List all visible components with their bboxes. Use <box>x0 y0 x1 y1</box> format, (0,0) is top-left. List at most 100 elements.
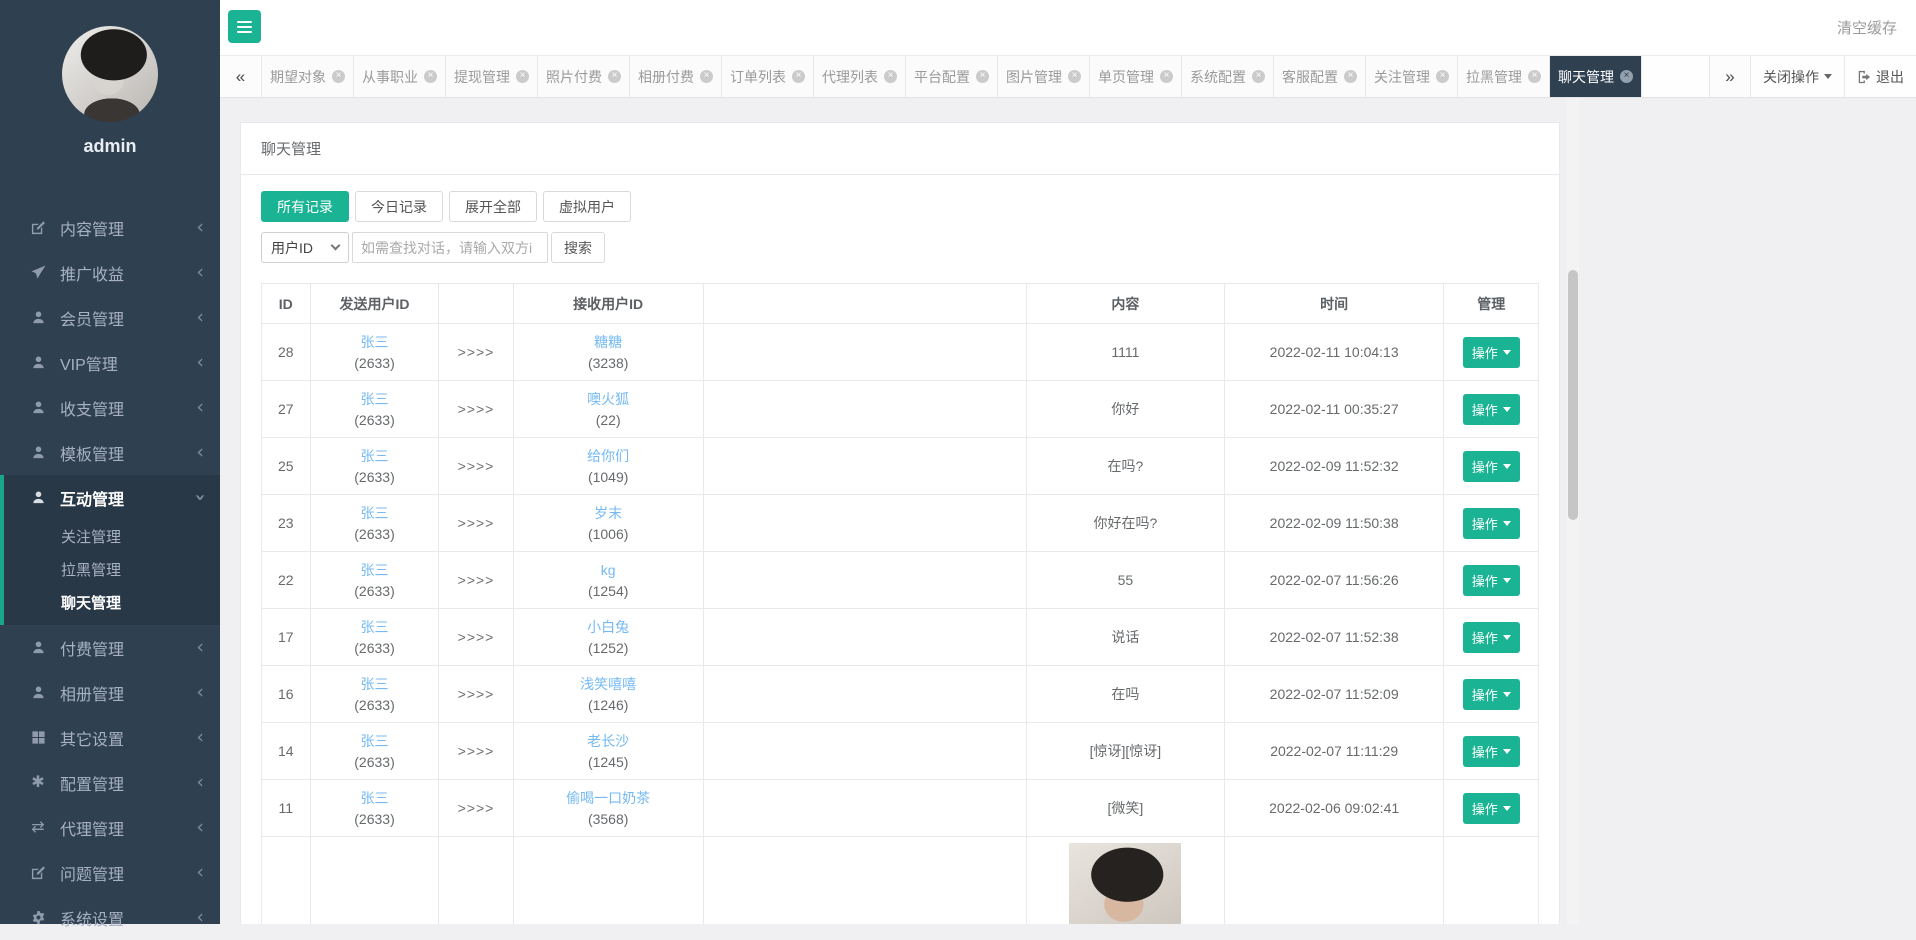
avatar[interactable] <box>62 26 158 122</box>
sender-user-link[interactable]: 张三 <box>311 617 439 638</box>
tab-label: 相册付费 <box>638 67 694 87</box>
tab-item[interactable]: 客服配置× <box>1274 56 1366 97</box>
sidebar-item[interactable]: 系统设置‹ <box>0 895 220 940</box>
cell-arrow: >>>> <box>439 666 513 723</box>
tab-close-icon[interactable]: × <box>1160 70 1173 83</box>
chevron-left-icon: ‹ <box>196 908 204 927</box>
sender-user-link[interactable]: 张三 <box>311 446 439 467</box>
sidebar-item[interactable]: 收支管理‹ <box>0 385 220 430</box>
tab-close-icon[interactable]: × <box>1528 70 1541 83</box>
tab-close-icon[interactable]: × <box>700 70 713 83</box>
tab-close-icon[interactable]: × <box>516 70 529 83</box>
receiver-user-link[interactable]: 噢火狐 <box>514 389 703 410</box>
tab-item[interactable]: 图片管理× <box>998 56 1090 97</box>
sender-user-link[interactable]: 张三 <box>311 674 439 695</box>
tabs-scroll-right-button[interactable]: » <box>1709 56 1751 97</box>
receiver-user-link[interactable]: 给你们 <box>514 446 703 467</box>
action-dropdown-button[interactable]: 操作 <box>1463 394 1520 425</box>
action-button-label: 操作 <box>1472 742 1498 761</box>
tab-item[interactable]: 照片付费× <box>538 56 630 97</box>
photo-thumbnail[interactable] <box>1069 843 1181 924</box>
vertical-scrollbar[interactable] <box>1567 98 1579 924</box>
tab-item[interactable]: 平台配置× <box>906 56 998 97</box>
table-row-partial <box>262 837 1539 925</box>
sidebar-item[interactable]: 会员管理‹ <box>0 295 220 340</box>
sidebar-item[interactable]: 模板管理‹ <box>0 430 220 475</box>
tab-close-icon[interactable]: × <box>1436 70 1449 83</box>
receiver-user-link[interactable]: 岁末 <box>514 503 703 524</box>
receiver-user-link[interactable]: 糖糖 <box>514 332 703 353</box>
filter-button[interactable]: 今日记录 <box>355 191 443 222</box>
receiver-user-link[interactable]: 老长沙 <box>514 731 703 752</box>
tab-item[interactable]: 拉黑管理× <box>1458 56 1550 97</box>
receiver-user-link[interactable]: 小白兔 <box>514 617 703 638</box>
tab-close-icon[interactable]: × <box>332 70 345 83</box>
filter-button[interactable]: 展开全部 <box>449 191 537 222</box>
tab-close-icon[interactable]: × <box>1620 70 1633 83</box>
search-input[interactable] <box>352 232 548 263</box>
sidebar-item[interactable]: 付费管理‹ <box>0 625 220 670</box>
sidebar-item[interactable]: 推广收益‹ <box>0 250 220 295</box>
action-dropdown-button[interactable]: 操作 <box>1463 565 1520 596</box>
sidebar-item[interactable]: 相册管理‹ <box>0 670 220 715</box>
sidebar-item[interactable]: ⇄代理管理‹ <box>0 805 220 850</box>
tab-item[interactable]: 系统配置× <box>1182 56 1274 97</box>
user-id-select[interactable]: 用户ID <box>261 232 349 263</box>
sidebar-subitem[interactable]: 聊天管理 <box>4 586 220 619</box>
tab-close-icon[interactable]: × <box>424 70 437 83</box>
action-dropdown-button[interactable]: 操作 <box>1463 337 1520 368</box>
tab-item[interactable]: 从事职业× <box>354 56 446 97</box>
sidebar-item[interactable]: 互动管理‹ <box>4 475 220 520</box>
tabs-scroll-left-button[interactable]: « <box>220 56 262 97</box>
action-dropdown-button[interactable]: 操作 <box>1463 679 1520 710</box>
tab-item[interactable]: 订单列表× <box>722 56 814 97</box>
tab-close-icon[interactable]: × <box>1068 70 1081 83</box>
sender-user-link[interactable]: 张三 <box>311 560 439 581</box>
receiver-user-link[interactable]: 偷喝一口奶茶 <box>514 788 703 809</box>
tab-item[interactable]: 关注管理× <box>1366 56 1458 97</box>
sidebar-item-label: 付费管理 <box>60 636 196 660</box>
action-dropdown-button[interactable]: 操作 <box>1463 622 1520 653</box>
action-dropdown-button[interactable]: 操作 <box>1463 451 1520 482</box>
tab-close-icon[interactable]: × <box>608 70 621 83</box>
tab-close-icon[interactable]: × <box>1252 70 1265 83</box>
clear-cache-link[interactable]: 清空缓存 <box>1837 17 1897 38</box>
sender-user-link[interactable]: 张三 <box>311 332 439 353</box>
sidebar-item[interactable]: 问题管理‹ <box>0 850 220 895</box>
sender-user-link[interactable]: 张三 <box>311 788 439 809</box>
logout-button[interactable]: 退出 <box>1844 56 1916 97</box>
tab-item[interactable]: 相册付费 × <box>630 56 722 97</box>
sender-user-link[interactable]: 张三 <box>311 731 439 752</box>
tab-close-icon[interactable]: × <box>1344 70 1357 83</box>
sidebar-item[interactable]: VIP管理‹ <box>0 340 220 385</box>
tab-close-icon[interactable]: × <box>976 70 989 83</box>
sender-user-id: (2633) <box>311 524 439 544</box>
tab-close-icon[interactable]: × <box>884 70 897 83</box>
receiver-user-link[interactable]: 浅笑嘻嘻 <box>514 674 703 695</box>
search-button[interactable]: 搜索 <box>551 232 605 263</box>
filter-button[interactable]: 虚拟用户 <box>543 191 631 222</box>
sidebar-item[interactable]: ✱配置管理‹ <box>0 760 220 805</box>
cell-content: [微笑] <box>1026 780 1224 837</box>
sidebar-item[interactable]: 内容管理‹ <box>0 205 220 250</box>
sidebar-item[interactable]: 其它设置‹ <box>0 715 220 760</box>
tab-item[interactable]: 单页管理× <box>1090 56 1182 97</box>
tab-item[interactable]: 期望对象× <box>262 56 354 97</box>
tab-close-icon[interactable]: × <box>792 70 805 83</box>
close-operations-dropdown[interactable]: 关闭操作 <box>1751 56 1844 97</box>
tab-item[interactable]: 提现管理× <box>446 56 538 97</box>
scrollbar-thumb[interactable] <box>1568 270 1578 520</box>
hamburger-menu-button[interactable] <box>228 10 261 43</box>
sidebar-subitem[interactable]: 拉黑管理 <box>4 553 220 586</box>
sender-user-link[interactable]: 张三 <box>311 389 439 410</box>
sidebar-subitem[interactable]: 关注管理 <box>4 520 220 553</box>
tab-item[interactable]: 代理列表× <box>814 56 906 97</box>
sidebar-item-label: 内容管理 <box>60 216 196 240</box>
receiver-user-link[interactable]: kg <box>514 560 703 581</box>
tab-active[interactable]: 聊天管理× <box>1550 56 1642 97</box>
filter-button[interactable]: 所有记录 <box>261 191 349 222</box>
action-dropdown-button[interactable]: 操作 <box>1463 508 1520 539</box>
action-dropdown-button[interactable]: 操作 <box>1463 793 1520 824</box>
sender-user-link[interactable]: 张三 <box>311 503 439 524</box>
action-dropdown-button[interactable]: 操作 <box>1463 736 1520 767</box>
